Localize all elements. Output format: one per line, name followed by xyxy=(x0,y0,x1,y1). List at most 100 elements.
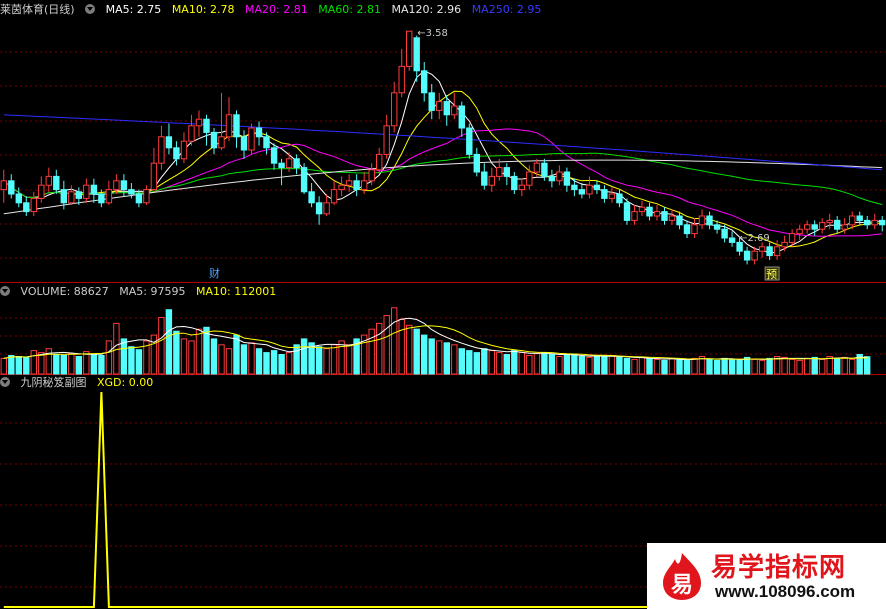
high-price-label: ←3.58 xyxy=(417,28,448,39)
collapse-price-icon[interactable] xyxy=(85,4,96,14)
candle-body xyxy=(533,162,541,173)
volume-bar xyxy=(518,352,525,375)
candle-body xyxy=(608,193,616,199)
volume-panel-header: VOLUME: 88627 MA5: 97595 MA10: 112001 xyxy=(0,284,283,300)
candle-body xyxy=(826,219,833,224)
volume-bar xyxy=(864,356,871,375)
candle-body xyxy=(248,127,255,151)
candle-body xyxy=(436,101,443,111)
candle-body xyxy=(526,171,533,186)
volume-bar xyxy=(53,354,60,375)
volume-bar xyxy=(263,352,270,375)
xgd-label: XGD: 0.00 xyxy=(97,376,154,389)
candle-body xyxy=(383,125,390,155)
candle-body xyxy=(871,219,878,226)
volume-bar xyxy=(766,357,773,375)
volume-bar xyxy=(338,340,345,375)
candle-body xyxy=(856,215,863,221)
candle-body xyxy=(563,171,571,186)
candle-body xyxy=(668,215,676,221)
collapse-volume-icon[interactable] xyxy=(0,286,10,296)
candle-body xyxy=(834,219,841,230)
candle-body xyxy=(135,193,143,204)
chart-canvas[interactable]: ←3.58 ←2.69 财 预 xyxy=(0,0,886,609)
candle-body xyxy=(496,167,503,177)
volume-bar xyxy=(466,350,473,375)
candle-body xyxy=(105,189,113,204)
candle-body xyxy=(503,167,511,177)
collapse-indicator-icon[interactable] xyxy=(0,377,10,387)
volume-bar xyxy=(819,358,826,375)
volume-bar xyxy=(526,355,533,375)
candle-body xyxy=(758,246,766,252)
candle-body xyxy=(270,147,278,164)
candle-body xyxy=(315,202,323,215)
volume-bar xyxy=(804,357,811,375)
candle-body xyxy=(263,136,270,149)
volume-bar xyxy=(646,357,653,375)
ma60-label: MA60: 2.81 xyxy=(318,3,381,16)
volume-bar xyxy=(533,353,541,375)
volume-bar xyxy=(488,350,496,375)
candle-body xyxy=(773,246,781,257)
volume-bar xyxy=(811,356,818,375)
candle-body xyxy=(706,215,713,226)
volume-bar xyxy=(15,356,23,375)
volume-bar xyxy=(586,356,593,375)
volume-bar xyxy=(98,355,105,375)
volume-bar xyxy=(45,348,52,375)
volume-bar xyxy=(548,354,556,375)
candle-body xyxy=(165,136,173,149)
volume-bar xyxy=(503,354,511,375)
candle-body xyxy=(879,219,886,226)
volume-bar xyxy=(255,348,263,375)
volume-bar xyxy=(743,356,751,375)
cai-marker: 财 xyxy=(209,266,220,280)
candle-body xyxy=(210,131,218,149)
candle-body xyxy=(849,215,856,226)
candle-body xyxy=(285,158,293,169)
candle-body xyxy=(255,127,263,138)
candle-body xyxy=(511,175,518,191)
candle-body xyxy=(83,184,90,199)
volume-bar xyxy=(120,338,128,375)
volume-bar xyxy=(23,356,30,375)
volume-bar xyxy=(225,348,233,375)
volume-bar xyxy=(0,357,8,375)
candle-body xyxy=(8,180,15,195)
candle-body xyxy=(548,175,556,182)
volume-bar xyxy=(713,359,721,375)
candle-body xyxy=(578,189,586,195)
volume-bar xyxy=(195,328,203,375)
candle-body xyxy=(158,136,165,164)
candle-body xyxy=(661,211,668,221)
candle-body xyxy=(323,202,330,215)
volume-bar xyxy=(676,358,683,375)
volume-bar xyxy=(113,322,120,375)
watermark-title: 易学指标网 xyxy=(711,553,847,583)
volume-bar xyxy=(383,315,390,375)
candle-body xyxy=(819,222,826,230)
volume-bar xyxy=(736,359,743,375)
candle-body xyxy=(586,184,593,195)
candle-body xyxy=(804,224,811,230)
volume-bar xyxy=(188,340,195,375)
candle-body xyxy=(203,118,210,133)
indicator-panel-header: 九阴秘笈副图 XGD: 0.00 xyxy=(0,375,160,391)
candle-body xyxy=(376,153,383,171)
volume-bar xyxy=(406,324,413,375)
volume-bar xyxy=(563,355,571,375)
volume-bar xyxy=(668,357,676,375)
volume-bar xyxy=(345,344,353,375)
volume-bar xyxy=(593,355,601,375)
candle-body xyxy=(195,118,203,127)
volume-bar xyxy=(706,358,713,375)
yu-marker: 预 xyxy=(766,268,777,281)
candle-body xyxy=(308,191,315,204)
volume-bar xyxy=(511,350,518,375)
watermark: 易 易学指标网 www.108096.com xyxy=(647,543,886,609)
volume-bar xyxy=(240,344,248,375)
volume-bar xyxy=(83,351,90,375)
volume-bar xyxy=(278,354,285,375)
volume-bar xyxy=(653,358,661,375)
